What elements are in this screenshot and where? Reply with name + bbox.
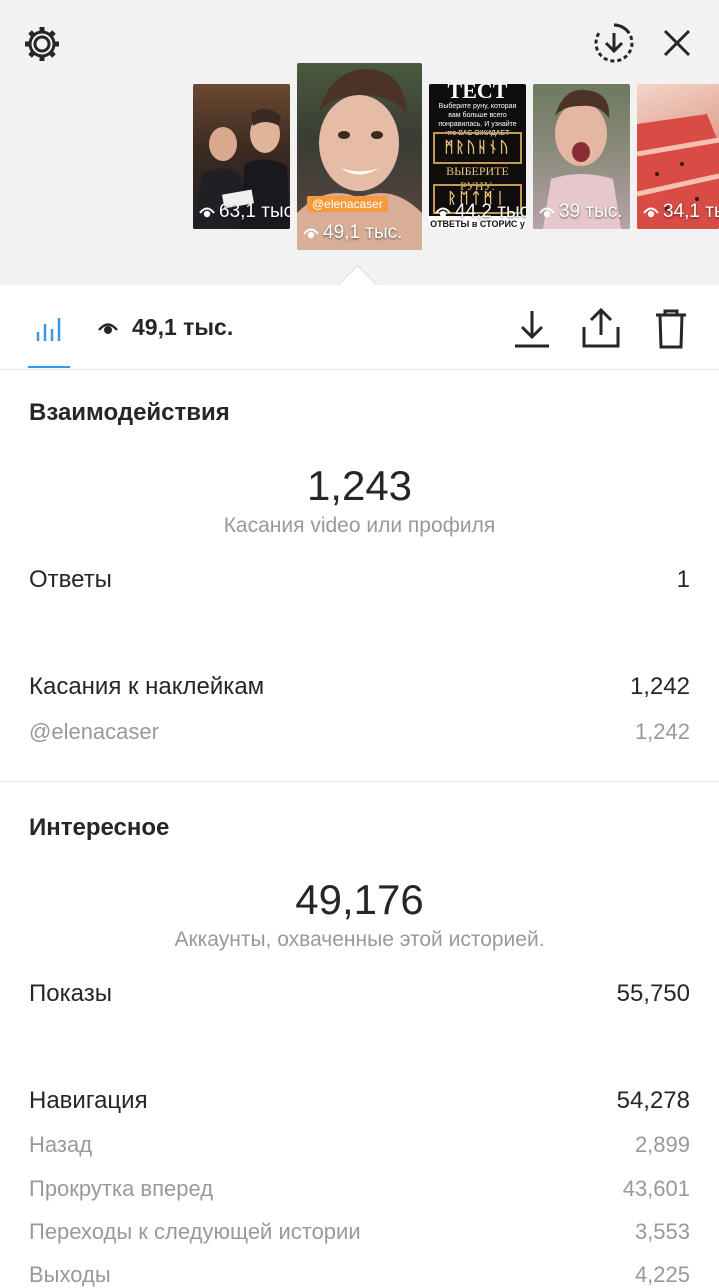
nav-back-value: 2,899 bbox=[634, 1132, 690, 1157]
eye-icon bbox=[303, 228, 319, 239]
close-icon[interactable] bbox=[662, 28, 692, 58]
impressions-label: Показы bbox=[29, 980, 112, 1007]
nav-back-label: Назад bbox=[29, 1132, 93, 1157]
nav-forward-label: Прокрутка вперед bbox=[29, 1176, 214, 1201]
sticker-taps-value: 1,242 bbox=[629, 673, 690, 700]
story-views-count: 49,1 тыс. bbox=[132, 314, 234, 340]
story-views: 34,1 тыс. bbox=[643, 201, 719, 223]
story-views: 39 тыс. bbox=[539, 201, 623, 223]
gear-icon[interactable] bbox=[22, 24, 62, 64]
nav-exits-value: 4,225 bbox=[634, 1262, 690, 1287]
sticker-taps-label: Касания к наклейкам bbox=[29, 673, 265, 700]
download-circle-icon[interactable] bbox=[593, 22, 635, 64]
active-tab-indicator bbox=[28, 366, 70, 368]
share-icon[interactable] bbox=[582, 307, 620, 349]
replies-value: 1 bbox=[676, 566, 690, 593]
nav-next-story-value: 3,553 bbox=[634, 1219, 690, 1244]
section-divider bbox=[0, 781, 719, 782]
eye-icon bbox=[199, 207, 215, 218]
replies-label: Ответы bbox=[29, 566, 112, 593]
nav-forward-value: 43,601 bbox=[622, 1176, 690, 1201]
discovery-section-title: Интересное bbox=[29, 814, 170, 841]
discovery-total: 49,176 bbox=[295, 876, 424, 923]
download-icon[interactable] bbox=[513, 309, 551, 349]
story-thumbnail[interactable]: 63,1 тыс. bbox=[193, 84, 290, 229]
story-views: 63,1 тыс. bbox=[199, 201, 290, 223]
mention-sticker: @elenacaser bbox=[307, 196, 388, 212]
eye-icon bbox=[98, 320, 118, 336]
navigation-value: 54,278 bbox=[616, 1087, 690, 1114]
interactions-total-caption: Касания video или профиля bbox=[223, 514, 496, 537]
story-thumbnail-selected[interactable]: @elenacaser 49,1 тыс. bbox=[297, 63, 422, 250]
sticker-mention-label: @elenacaser bbox=[29, 719, 159, 744]
sticker-mention-value: 1,242 bbox=[634, 719, 690, 744]
trash-icon[interactable] bbox=[655, 309, 687, 349]
story-views: 44,2 тыс. bbox=[435, 201, 526, 223]
eye-icon bbox=[435, 207, 451, 218]
story-thumbnail[interactable]: 39 тыс. bbox=[533, 84, 630, 229]
runes-row: ᛗᚱᚢᚺᚾᚢ bbox=[433, 132, 522, 164]
nav-exits-label: Выходы bbox=[29, 1262, 111, 1287]
interactions-total: 1,243 bbox=[306, 462, 413, 509]
navigation-label: Навигация bbox=[29, 1087, 148, 1114]
bar-chart-icon[interactable] bbox=[36, 316, 62, 342]
eye-icon bbox=[539, 207, 555, 218]
story-thumbnail[interactable]: 34,1 тыс. bbox=[637, 84, 719, 229]
eye-icon bbox=[643, 207, 659, 218]
nav-next-story-label: Переходы к следующей истории bbox=[29, 1219, 361, 1244]
story-thumbnail[interactable]: ТЕСТ Выберите руну, которая вам больше в… bbox=[429, 84, 526, 229]
interactions-section-title: Взаимодействия bbox=[29, 399, 230, 426]
story-test-title: ТЕСТ bbox=[447, 84, 508, 103]
story-views: 49,1 тыс. bbox=[303, 222, 402, 244]
discovery-total-caption: Аккаунты, охваченные этой историей. bbox=[174, 928, 545, 951]
impressions-value: 55,750 bbox=[616, 980, 690, 1007]
